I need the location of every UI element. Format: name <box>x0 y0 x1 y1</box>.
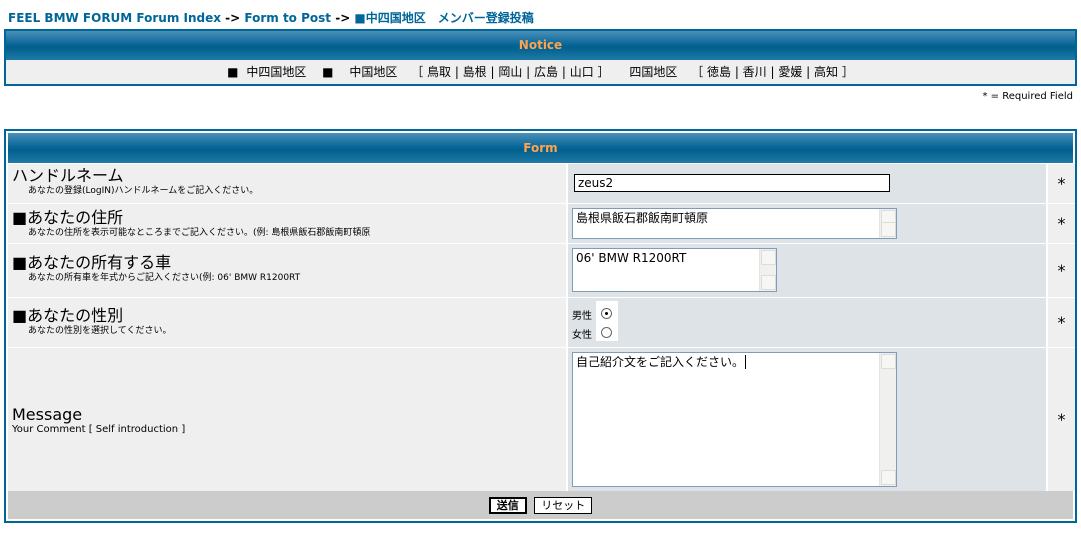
scroll-down-button[interactable] <box>761 275 776 290</box>
gender-input-cell: 男性 女性 <box>568 298 1046 347</box>
address-textarea[interactable]: 島根県飯石郡飯南町頓原 <box>572 208 897 239</box>
car-label-cell: ■あなたの所有する車 あなたの所有車を年式からご記入ください(例: 06' BM… <box>8 244 566 297</box>
handle-name-input[interactable]: zeus2 <box>574 174 890 192</box>
address-label: ■あなたの住所 <box>12 208 124 227</box>
required-mark: * <box>1048 204 1075 243</box>
scroll-up-button[interactable] <box>881 354 896 369</box>
male-label: 男性 <box>572 311 592 322</box>
address-value: 島根県飯石郡飯南町頓原 <box>576 211 709 225</box>
message-label-cell: Message Your Comment [ Self introduction… <box>8 348 566 491</box>
address-label-cell: ■あなたの住所 あなたの住所を表示可能なところまでご記入ください。(例: 島根県… <box>8 204 566 243</box>
message-input-cell: 自己紹介文をご記入ください。 <box>568 348 1046 491</box>
required-mark: * <box>1048 164 1075 203</box>
breadcrumb-separator: -> <box>331 11 355 25</box>
notice-header: Notice <box>6 31 1075 60</box>
gender-label-cell: ■あなたの性別 あなたの性別を選択してください。 <box>8 298 566 347</box>
message-label: Message <box>12 405 83 424</box>
address-row: ■あなたの住所 あなたの住所を表示可能なところまでご記入ください。(例: 島根県… <box>8 203 1075 243</box>
required-mark: * <box>1048 298 1075 347</box>
car-input-cell: 06' BMW R1200RT <box>568 244 1046 297</box>
scroll-up-button[interactable] <box>761 250 776 265</box>
gender-option-female[interactable]: 女性 <box>572 326 613 341</box>
message-textarea[interactable]: 自己紹介文をご記入ください。 <box>572 352 897 487</box>
breadcrumb: FEEL BMW FORUM Forum Index -> Form to Po… <box>8 9 534 26</box>
gender-label: ■あなたの性別 <box>12 306 124 325</box>
forum-index-link[interactable]: FEEL BMW FORUM Forum Index <box>8 11 221 25</box>
required-mark: * <box>1048 348 1075 491</box>
address-hint: あなたの住所を表示可能なところまでご記入ください。(例: 島根県飯石郡飯南町頓原 <box>28 228 371 238</box>
female-label: 女性 <box>572 330 592 341</box>
address-input-cell: 島根県飯石郡飯南町頓原 <box>568 204 1046 243</box>
handle-row: ハンドルネーム あなたの登録(LogIN)ハンドルネームをご記入ください。 ze… <box>8 163 1075 203</box>
car-row: ■あなたの所有する車 あなたの所有車を年式からご記入ください(例: 06' BM… <box>8 243 1075 297</box>
region-shikoku: 四国地区 <box>629 65 678 79</box>
notice-panel: Notice ■ 中四国地区 ■ 中国地区 ［ 鳥取 | 島根 | 岡山 | 広… <box>4 29 1077 86</box>
handle-input-cell: zeus2 <box>568 164 1046 203</box>
form-panel: Form ハンドルネーム あなたの登録(LogIN)ハンドルネームをご記入くださ… <box>4 129 1077 523</box>
message-value: 自己紹介文をご記入ください。 <box>576 355 745 369</box>
gender-row: ■あなたの性別 あなたの性別を選択してください。 男性 女性 * <box>8 297 1075 347</box>
scrollbar[interactable] <box>879 209 896 238</box>
form-to-post-link[interactable]: Form to Post <box>244 11 331 25</box>
breadcrumb-separator: -> <box>221 11 245 25</box>
scroll-down-button[interactable] <box>881 470 896 485</box>
handle-label-cell: ハンドルネーム あなたの登録(LogIN)ハンドルネームをご記入ください。 <box>8 164 566 203</box>
notice-content: ■ 中四国地区 ■ 中国地区 ［ 鳥取 | 島根 | 岡山 | 広島 | 山口 … <box>6 60 1075 84</box>
female-radio[interactable] <box>601 326 613 338</box>
region-chugoku: 中国地区 <box>349 65 398 79</box>
required-field-note: * = Required Field <box>982 91 1073 102</box>
scrollbar[interactable] <box>879 353 896 486</box>
chugoku-prefecture-links[interactable]: ［ 鳥取 | 島根 | 岡山 | 広島 | 山口 ］ <box>411 65 609 79</box>
submit-button[interactable]: 送信 <box>488 497 527 514</box>
gender-hint: あなたの性別を選択してください。 <box>28 326 172 336</box>
region-chushikoku: 中四国地区 <box>246 65 307 79</box>
form-header: Form <box>8 133 1073 163</box>
male-radio[interactable] <box>601 307 613 319</box>
message-hint: Your Comment [ Self introduction ] <box>12 424 186 435</box>
car-textarea[interactable]: 06' BMW R1200RT <box>572 248 777 292</box>
current-page-link[interactable]: ■中四国地区 メンバー登録投稿 <box>354 11 533 25</box>
required-mark: * <box>1048 244 1075 297</box>
scroll-down-button[interactable] <box>881 222 896 237</box>
car-label: ■あなたの所有する車 <box>12 253 172 272</box>
bullet-mark: ■ <box>227 65 239 79</box>
form-buttons: 送信 リセット <box>8 491 1073 519</box>
message-row: Message Your Comment [ Self introduction… <box>8 347 1075 491</box>
car-value: 06' BMW R1200RT <box>576 251 687 265</box>
handle-hint: あなたの登録(LogIN)ハンドルネームをご記入ください。 <box>28 186 259 196</box>
gender-option-male[interactable]: 男性 <box>572 307 613 322</box>
car-hint: あなたの所有車を年式からご記入ください(例: 06' BMW R1200RT <box>28 273 301 283</box>
handle-label: ハンドルネーム <box>12 166 124 185</box>
shikoku-prefecture-links[interactable]: ［ 徳島 | 香川 | 愛媛 | 高知 ］ <box>691 65 854 79</box>
scrollbar[interactable] <box>759 249 776 291</box>
reset-button[interactable]: リセット <box>534 497 593 514</box>
bullet-mark: ■ <box>322 65 334 79</box>
